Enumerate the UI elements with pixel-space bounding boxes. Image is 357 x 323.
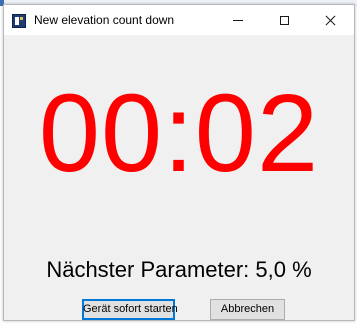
next-parameter-label: Nächster Parameter: 5,0 %: [46, 257, 312, 282]
close-button[interactable]: [307, 5, 353, 35]
title-bar[interactable]: New elevation count down: [4, 5, 354, 35]
countdown-timer: 00:02: [38, 72, 320, 195]
close-icon: [325, 15, 336, 26]
window-title: New elevation count down: [34, 13, 175, 27]
countdown-window: New elevation count down 00:02 Nächster …: [3, 4, 355, 321]
app-icon: [12, 14, 26, 28]
minimize-button[interactable]: [215, 5, 261, 35]
maximize-icon: [279, 15, 289, 25]
cancel-button[interactable]: Abbrechen: [210, 299, 285, 320]
maximize-button[interactable]: [261, 5, 307, 35]
minimize-icon: [233, 19, 243, 21]
start-now-button[interactable]: Gerät sofort starten: [82, 299, 178, 320]
